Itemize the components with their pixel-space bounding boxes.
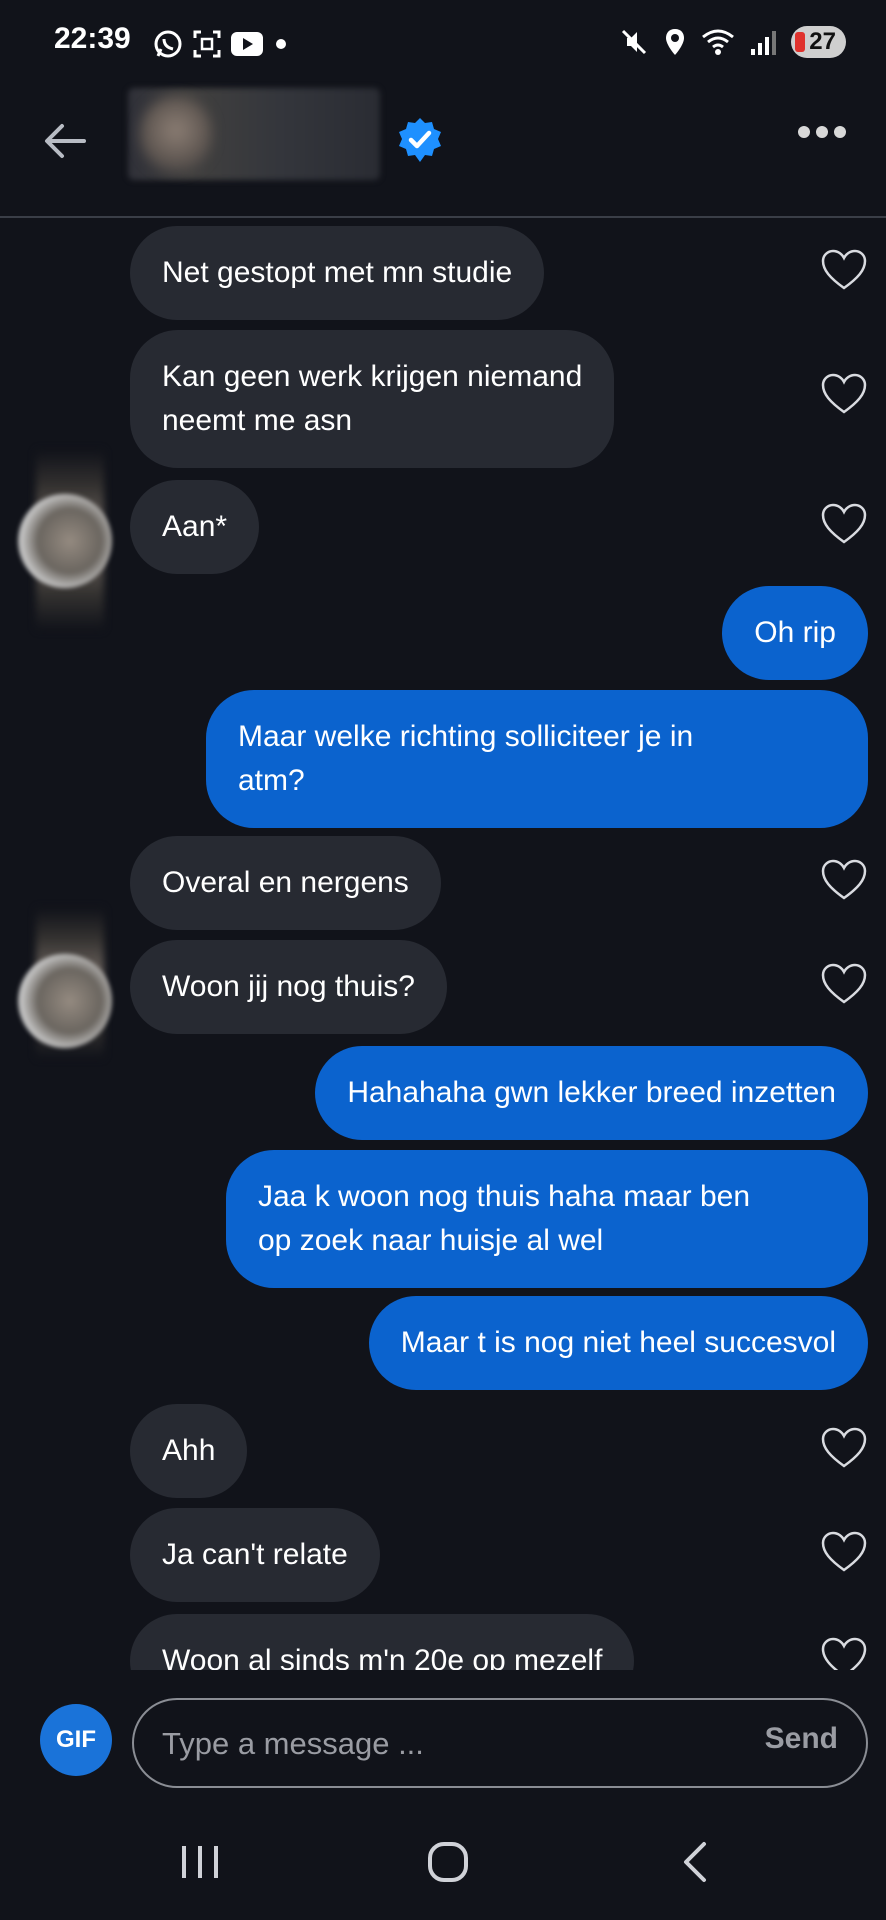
battery-icon: 27: [791, 26, 846, 58]
message-text: Overal en nergens: [162, 866, 409, 899]
message-text: Maar t is nog niet heel succesvol: [400, 1326, 836, 1359]
message-incoming[interactable]: Ja can't relate: [130, 1508, 380, 1602]
sender-avatar[interactable]: [18, 494, 112, 588]
like-heart-icon[interactable]: [820, 502, 868, 546]
like-heart-icon[interactable]: [820, 372, 868, 416]
more-options-button[interactable]: [798, 120, 850, 144]
screenshot-icon: [193, 30, 221, 58]
message-text: Maar welke richting solliciteer je in: [238, 720, 694, 753]
message-text: Oh rip: [754, 616, 836, 649]
message-text: neemt me asn: [162, 404, 353, 437]
message-text: Hahahaha gwn lekker breed inzetten: [347, 1076, 836, 1109]
system-nav-bar: [0, 1800, 886, 1920]
wifi-icon: [702, 29, 735, 55]
message-input-box[interactable]: Send: [132, 1698, 868, 1788]
message-input[interactable]: [160, 1718, 684, 1770]
message-incoming[interactable]: Ahh: [130, 1404, 248, 1498]
message-incoming[interactable]: Aan*: [130, 480, 260, 574]
contact-avatar-blurred[interactable]: [140, 96, 212, 172]
message-text: Net gestopt met mn studie: [162, 256, 513, 289]
message-outgoing[interactable]: Jaa k woon nog thuis haha maar ben op zo…: [226, 1150, 868, 1288]
message-incoming[interactable]: Kan geen werk krijgen niemand neemt me a…: [130, 330, 615, 468]
recent-apps-icon[interactable]: [170, 1832, 230, 1892]
message-outgoing[interactable]: Maar t is nog niet heel succesvol: [368, 1296, 868, 1390]
status-time: 22:39: [54, 22, 131, 55]
message-text: Ja can't relate: [162, 1538, 348, 1571]
like-heart-icon[interactable]: [820, 1636, 868, 1670]
like-heart-icon[interactable]: [820, 1530, 868, 1574]
like-heart-icon[interactable]: [820, 962, 868, 1006]
notification-dot: [276, 39, 286, 49]
status-bar: 22:39 27: [0, 0, 886, 86]
location-icon: [666, 29, 685, 55]
chat-screen: 22:39 27 Net gestopt met mn studie Kan g…: [0, 0, 886, 1920]
back-icon[interactable]: [666, 1832, 726, 1892]
like-heart-icon[interactable]: [820, 248, 868, 292]
more-dots-icon: [834, 126, 846, 138]
home-icon[interactable]: [418, 1832, 478, 1892]
message-text: Ahh: [162, 1434, 216, 1467]
signal-icon: [751, 31, 777, 55]
message-text: Kan geen werk krijgen niemand: [162, 360, 583, 393]
chat-header: [0, 86, 886, 218]
youtube-icon: [231, 32, 263, 56]
message-composer: GIF Send: [0, 1670, 886, 1800]
mute-icon: [622, 29, 647, 55]
more-dots-icon: [798, 126, 810, 138]
more-dots-icon: [816, 126, 828, 138]
like-heart-icon[interactable]: [820, 1426, 868, 1470]
message-text: Woon jij nog thuis?: [162, 970, 415, 1003]
message-text: atm?: [238, 764, 305, 797]
message-incoming[interactable]: Woon jij nog thuis?: [130, 940, 447, 1034]
status-notification-icons: [152, 24, 290, 64]
message-text: op zoek naar huisje al wel: [258, 1224, 604, 1257]
message-text: Woon al sinds m'n 20e op mezelf: [162, 1644, 603, 1670]
message-outgoing[interactable]: Hahahaha gwn lekker breed inzetten: [315, 1046, 868, 1140]
message-outgoing[interactable]: Oh rip: [722, 586, 868, 680]
message-text: Jaa k woon nog thuis haha maar ben: [258, 1180, 750, 1213]
like-heart-icon[interactable]: [820, 858, 868, 902]
message-incoming[interactable]: Net gestopt met mn studie: [130, 226, 545, 320]
sender-avatar[interactable]: [18, 954, 112, 1048]
status-system-icons: 27: [619, 22, 846, 62]
send-button[interactable]: Send: [765, 1722, 838, 1756]
message-incoming[interactable]: Woon al sinds m'n 20e op mezelf: [130, 1614, 635, 1670]
message-outgoing[interactable]: Maar welke richting solliciteer je in at…: [206, 690, 868, 828]
whatsapp-icon: [154, 30, 182, 58]
verified-badge-icon: [399, 118, 441, 162]
message-text: Aan*: [162, 510, 228, 543]
message-incoming[interactable]: Overal en nergens: [130, 836, 441, 930]
gif-button[interactable]: GIF: [40, 1704, 112, 1776]
back-arrow-icon[interactable]: [40, 116, 90, 166]
message-list[interactable]: Net gestopt met mn studie Kan geen werk …: [0, 218, 886, 1670]
